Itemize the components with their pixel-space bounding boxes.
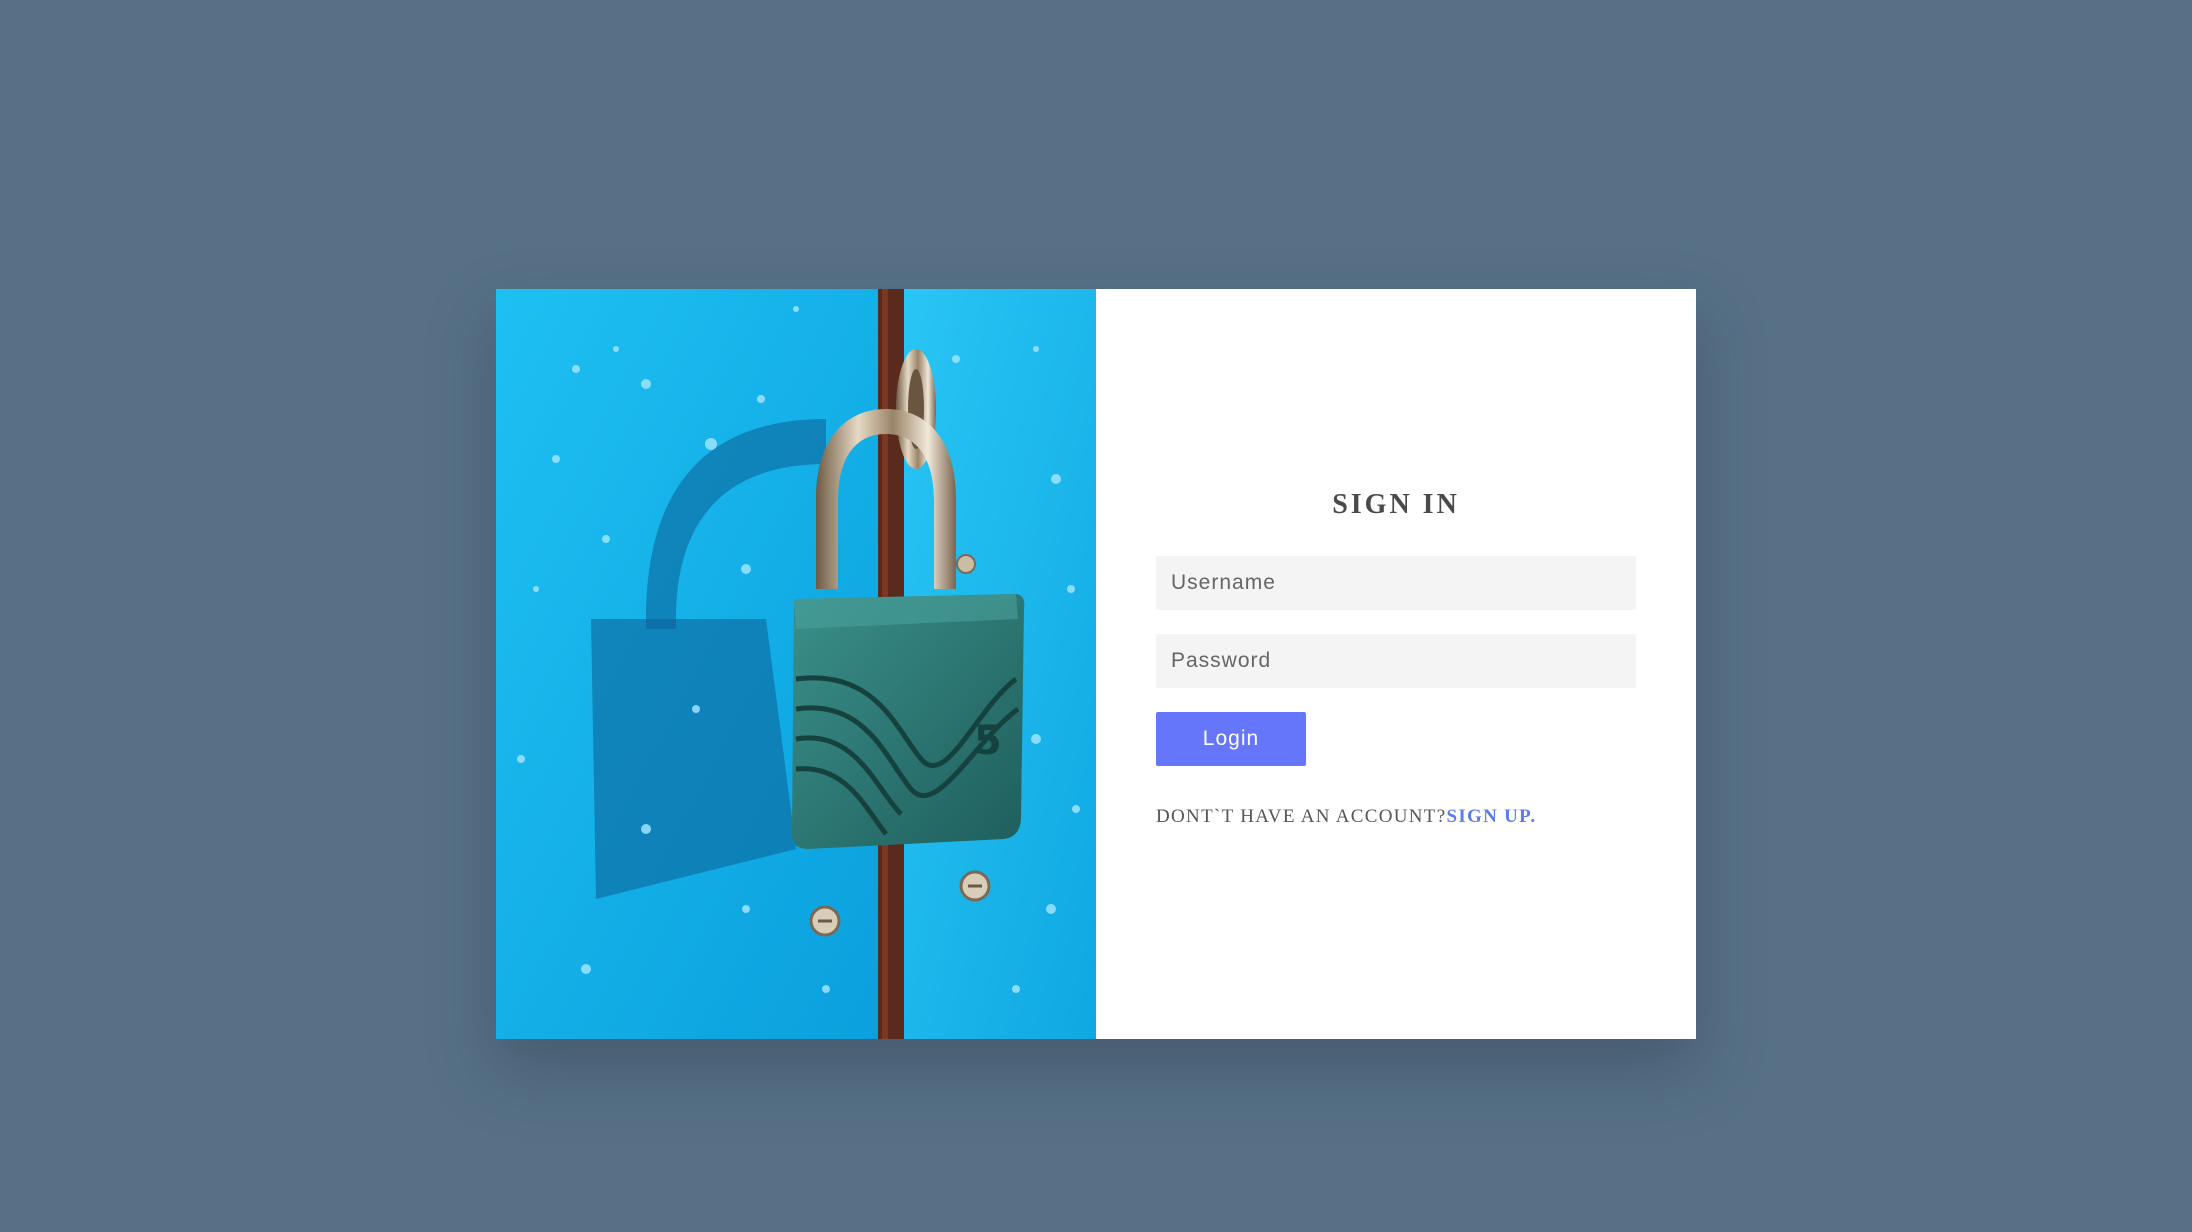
sign-up-link[interactable]: SIGN UP. — [1446, 806, 1536, 827]
svg-text:5: 5 — [974, 718, 1002, 764]
password-input[interactable] — [1156, 634, 1636, 688]
page-background: 5 SIGN IN Username Login DONT`T HAVE AN … — [0, 0, 2192, 1232]
padlock-photo: 5 — [496, 289, 1096, 1039]
login-button[interactable]: Login — [1156, 712, 1306, 766]
login-form: SIGN IN Login DONT`T HAVE AN ACCOUNT?SIG… — [1096, 289, 1696, 1039]
signup-prompt: DONT`T HAVE AN ACCOUNT?SIGN UP. — [1156, 806, 1536, 828]
no-account-text: DONT`T HAVE AN ACCOUNT? — [1156, 806, 1447, 827]
login-card: 5 SIGN IN Username Login DONT`T HAVE AN … — [496, 289, 1696, 1039]
username-input[interactable] — [1156, 556, 1636, 610]
sign-in-title: SIGN IN — [1332, 489, 1460, 520]
